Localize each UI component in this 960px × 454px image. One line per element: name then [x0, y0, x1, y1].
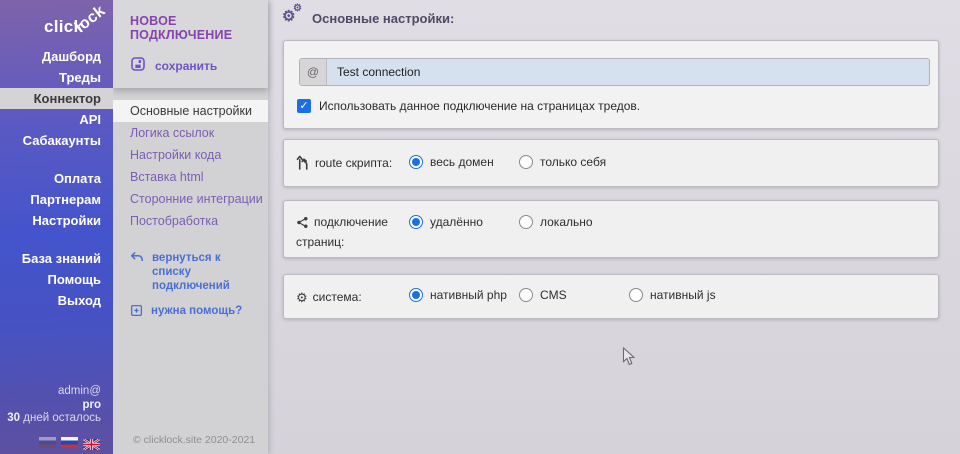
menu-item-link-logic[interactable]: Логика ссылок: [113, 122, 268, 144]
page-header: ⚙⚙ Основные настройки:: [282, 9, 454, 27]
sidebar-item-logout[interactable]: Выход: [0, 290, 113, 311]
radio-only-self-label: только себя: [540, 155, 606, 169]
gears-icon: ⚙⚙: [282, 9, 304, 27]
days-left-text: дней осталось: [23, 412, 101, 424]
at-sign-icon: @: [300, 59, 327, 85]
sidebar-item-settings[interactable]: Настройки: [0, 210, 113, 231]
share-icon: [296, 216, 309, 234]
pages-connection-label: подключение страниц:: [296, 215, 388, 249]
connection-sidebar-header: НОВОЕ ПОДКЛЮЧЕНИЕ сохранить: [113, 0, 268, 88]
use-connection-row: ✓ Использовать данное подключение на стр…: [297, 99, 640, 113]
nav-group-billing: Оплата Партнерам Настройки: [0, 168, 113, 231]
connection-sidebar: НОВОЕ ПОДКЛЮЧЕНИЕ сохранить Основные нас…: [113, 0, 268, 454]
pages-connection-panel: подключение страниц: удалённо локально: [283, 200, 939, 258]
account-info: admin@ pro 30 дней осталось: [7, 385, 101, 426]
route-icon: [296, 155, 310, 175]
script-route-label: route скрипта:: [315, 156, 392, 170]
system-panel: ⚙ система: нативный php CMS нативный js: [283, 274, 939, 319]
script-route-panel: route скрипта: весь домен только себя: [283, 139, 939, 187]
connection-settings-menu: Основные настройки Логика ссылок Настрой…: [113, 100, 268, 232]
connection-name-input[interactable]: [327, 59, 929, 85]
connection-name-group: @: [299, 58, 930, 86]
radio-native-js-label: нативный js: [650, 288, 716, 302]
radio-option-whole-domain[interactable]: весь домен: [409, 155, 494, 169]
radio-local-label: локально: [540, 215, 593, 229]
primary-sidebar: clicklock Дашборд Треды Коннектор API Са…: [0, 0, 113, 454]
main-content: ⚙⚙ Основные настройки: @ ✓ Использовать …: [268, 0, 960, 454]
radio-native-php[interactable]: [409, 288, 423, 302]
account-email: admin@: [7, 385, 101, 399]
sidebar-item-partners[interactable]: Партнерам: [0, 189, 113, 210]
radio-option-cms[interactable]: CMS: [519, 288, 567, 302]
mouse-cursor: [622, 347, 635, 371]
radio-whole-domain[interactable]: [409, 155, 423, 169]
back-link-label: вернуться к списку подключений: [152, 251, 257, 293]
sidebar-item-dashboard[interactable]: Дашборд: [0, 46, 113, 67]
script-route-label-block: route скрипта:: [296, 155, 404, 175]
sidebar-item-threads[interactable]: Треды: [0, 67, 113, 88]
radio-option-native-js[interactable]: нативный js: [629, 288, 716, 302]
save-button-label: сохранить: [155, 59, 217, 73]
sidebar-item-connector[interactable]: Коннектор: [0, 88, 113, 109]
sidebar-item-knowledge-base[interactable]: База знаний: [0, 248, 113, 269]
days-left-number: 30: [7, 412, 20, 424]
save-button[interactable]: сохранить: [130, 56, 262, 75]
sidebar-item-payment[interactable]: Оплата: [0, 168, 113, 189]
radio-option-local[interactable]: локально: [519, 215, 593, 229]
sidebar-item-help[interactable]: Помощь: [0, 269, 113, 290]
help-link-label: нужна помощь?: [151, 304, 256, 318]
menu-item-postprocessing[interactable]: Постобработка: [113, 210, 268, 232]
undo-arrow-icon: [130, 251, 144, 268]
account-days-left: 30 дней осталось: [7, 412, 101, 426]
page-title: Основные настройки:: [312, 11, 454, 26]
use-connection-checkbox[interactable]: ✓: [297, 99, 311, 113]
copyright: © clicklock.site 2020-2021: [133, 434, 255, 446]
radio-remote[interactable]: [409, 215, 423, 229]
gear-icon: ⚙: [296, 289, 308, 306]
system-label-block: ⚙ система:: [296, 289, 404, 306]
radio-local[interactable]: [519, 215, 533, 229]
use-connection-label: Использовать данное подключение на стран…: [319, 99, 640, 113]
menu-item-basic-settings[interactable]: Основные настройки: [113, 100, 268, 122]
nav-group-help: База знаний Помощь Выход: [0, 248, 113, 311]
flag-ru-icon[interactable]: [61, 437, 78, 448]
radio-option-native-php[interactable]: нативный php: [409, 288, 507, 302]
connection-name-panel: @ ✓ Использовать данное подключение на с…: [283, 40, 939, 129]
account-plan: pro: [7, 399, 101, 413]
menu-item-html-insert[interactable]: Вставка html: [113, 166, 268, 188]
add-box-icon: [130, 304, 143, 321]
clicklock-logo: clicklock: [44, 17, 117, 37]
sidebar-item-api[interactable]: API: [0, 109, 113, 130]
back-to-connections-link[interactable]: вернуться к списку подключений: [130, 251, 260, 293]
nav-group-main: Дашборд Треды Коннектор API Сабакаунты: [0, 46, 113, 151]
radio-native-js[interactable]: [629, 288, 643, 302]
radio-whole-domain-label: весь домен: [430, 155, 494, 169]
menu-item-integrations[interactable]: Сторонние интеграции: [113, 188, 268, 210]
pages-connection-label-block: подключение страниц:: [296, 214, 404, 251]
sidebar-item-subaccounts[interactable]: Сабакаунты: [0, 130, 113, 151]
flag-uk-icon[interactable]: [83, 437, 100, 448]
radio-cms-label: CMS: [540, 288, 567, 302]
radio-cms[interactable]: [519, 288, 533, 302]
menu-item-code-settings[interactable]: Настройки кода: [113, 144, 268, 166]
radio-option-remote[interactable]: удалённо: [409, 215, 483, 229]
new-connection-title: НОВОЕ ПОДКЛЮЧЕНИЕ: [130, 14, 262, 42]
floppy-icon: [130, 56, 146, 75]
flag-ru-inactive-icon[interactable]: [39, 437, 56, 448]
radio-remote-label: удалённо: [430, 215, 483, 229]
radio-option-only-self[interactable]: только себя: [519, 155, 606, 169]
system-label: система:: [313, 290, 362, 304]
need-help-link[interactable]: нужна помощь?: [130, 304, 260, 321]
primary-nav: Дашборд Треды Коннектор API Сабакаунты О…: [0, 46, 113, 311]
radio-native-php-label: нативный php: [430, 288, 507, 302]
sidebar-links: вернуться к списку подключений нужна пом…: [130, 251, 260, 332]
language-switcher: [39, 437, 100, 448]
radio-only-self[interactable]: [519, 155, 533, 169]
